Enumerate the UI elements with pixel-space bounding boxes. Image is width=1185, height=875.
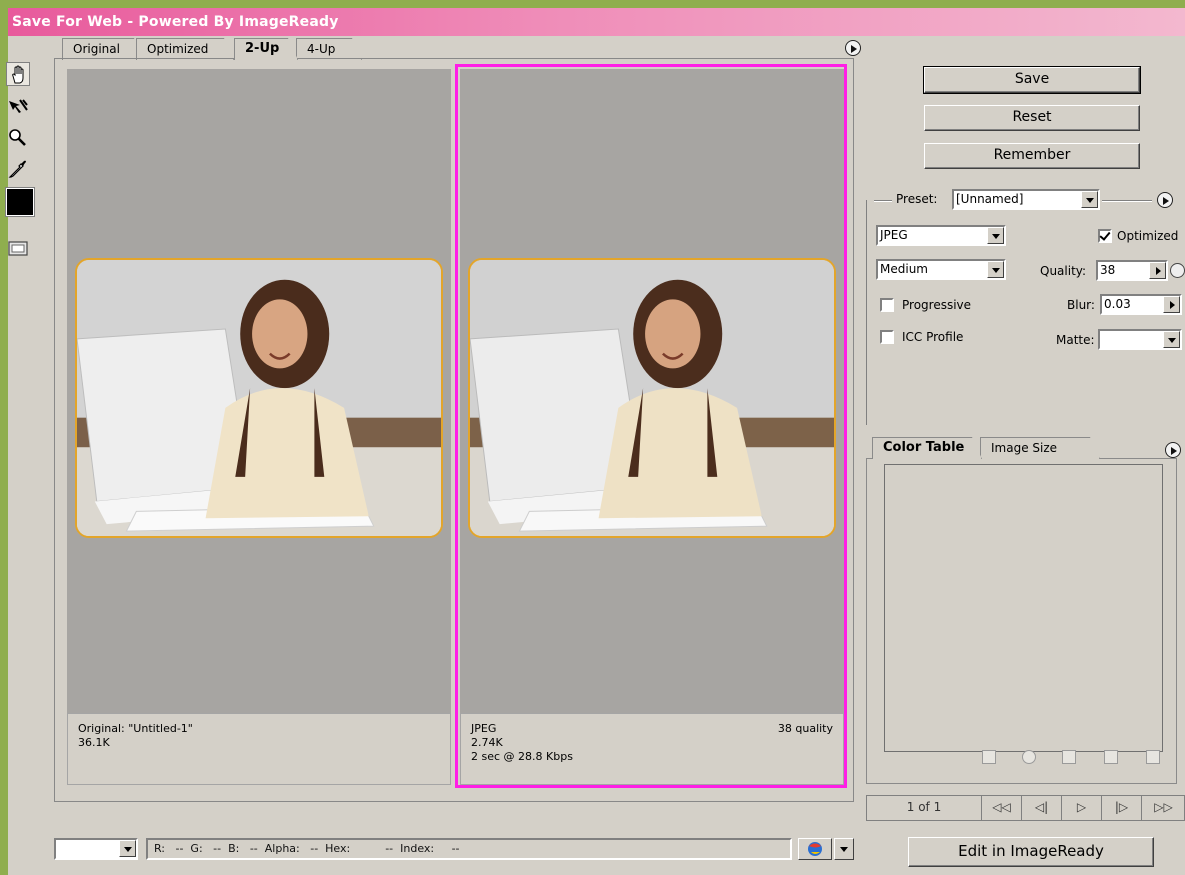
settings-group-line-left: [874, 200, 892, 201]
zoom-icon: [9, 129, 26, 146]
tab-4-up[interactable]: 4-Up: [296, 38, 362, 60]
eyedropper-color-swatch[interactable]: [5, 187, 35, 217]
animation-pager: 1 of 1 ◁◁ ◁| ▷ |▷ ▷▷: [866, 795, 1185, 821]
quality-value: 38: [1100, 263, 1116, 277]
browser-icon: [808, 842, 822, 856]
web-safe-cube-icon[interactable]: [1022, 750, 1036, 764]
original-info: Original: "Untitled-1" 36.1K: [67, 713, 451, 785]
hand-tool-button[interactable]: [6, 62, 30, 86]
optimized-checkbox[interactable]: [1098, 229, 1112, 243]
progressive-label: Progressive: [902, 298, 972, 312]
frame-counter: 1 of 1: [906, 800, 942, 814]
quality-label: Quality:: [1040, 264, 1087, 278]
preset-value: [Unnamed]: [956, 192, 1024, 206]
browser-dropdown-button[interactable]: [834, 838, 854, 860]
original-image: [75, 258, 443, 538]
preset-select[interactable]: [Unnamed]: [952, 189, 1100, 210]
optimized-download-time: 2 sec @ 28.8 Kbps: [471, 750, 573, 763]
quality-channel-button[interactable]: [1170, 263, 1185, 278]
zoom-select[interactable]: [54, 838, 138, 860]
tab-2-up[interactable]: 2-Up: [234, 38, 298, 60]
save-button[interactable]: Save: [923, 66, 1141, 94]
quality-input[interactable]: 38: [1096, 260, 1168, 281]
settings-group-line-right: [1102, 200, 1152, 201]
original-pane[interactable]: [67, 69, 451, 713]
optimized-pane[interactable]: [460, 69, 844, 713]
eyedropper-icon: [8, 160, 26, 178]
tab-optimized[interactable]: Optimized: [136, 38, 234, 60]
zoom-tool-button[interactable]: [6, 126, 30, 150]
format-select[interactable]: JPEG: [876, 225, 1006, 246]
color-readout: R: -- G: -- B: -- Alpha: -- Hex: -- Inde…: [146, 838, 792, 860]
optimized-label: Optimized: [1117, 229, 1179, 243]
preview-in-browser-button[interactable]: [798, 838, 832, 860]
quality-level-select[interactable]: Medium: [876, 259, 1006, 280]
chevron-down-icon: [1163, 331, 1180, 348]
slice-select-icon: [9, 99, 28, 113]
icc-profile-label: ICC Profile: [902, 330, 964, 344]
color-table-swatches[interactable]: [884, 464, 1163, 752]
format-value: JPEG: [880, 228, 908, 242]
trash-icon[interactable]: [1146, 750, 1160, 764]
first-frame-button[interactable]: ◁◁: [981, 796, 1021, 820]
tab-image-size[interactable]: Image Size: [980, 437, 1100, 459]
optimized-info: JPEG 2.74K 2 sec @ 28.8 Kbps 38 quality: [460, 713, 844, 785]
slice-select-tool-button[interactable]: [6, 96, 30, 120]
last-frame-button[interactable]: ▷▷: [1141, 796, 1185, 820]
settings-menu-button[interactable]: [1157, 192, 1173, 208]
reset-button[interactable]: Reset: [924, 105, 1140, 131]
chevron-down-icon: [987, 261, 1004, 278]
settings-group-border: [866, 200, 867, 425]
blur-input[interactable]: 0.03: [1100, 294, 1182, 315]
chevron-right-icon[interactable]: [1163, 296, 1180, 313]
hand-icon: [12, 65, 24, 84]
eyedropper-tool-button[interactable]: [6, 156, 30, 180]
matte-label: Matte:: [1056, 333, 1095, 347]
color-table-menu-button[interactable]: [1165, 442, 1181, 458]
blur-value: 0.03: [1104, 297, 1131, 311]
lock-icon[interactable]: [1062, 750, 1076, 764]
blur-label: Blur:: [1067, 298, 1095, 312]
web-shift-icon[interactable]: [982, 750, 996, 764]
chevron-right-icon[interactable]: [1149, 262, 1166, 279]
tab-original[interactable]: Original: [62, 38, 144, 60]
toggle-slices-icon: [8, 241, 28, 256]
chevron-down-icon: [119, 840, 136, 857]
preview-menu-button[interactable]: [845, 40, 861, 56]
play-button[interactable]: ▷: [1061, 796, 1101, 820]
previous-frame-button[interactable]: ◁|: [1021, 796, 1061, 820]
progressive-checkbox[interactable]: [880, 298, 894, 312]
title-bar: Save For Web - Powered By ImageReady: [8, 8, 1185, 36]
tab-color-table[interactable]: Color Table: [872, 437, 982, 459]
toggle-slices-visibility-button[interactable]: [6, 236, 30, 260]
original-filesize: 36.1K: [78, 736, 110, 749]
chevron-down-icon: [1081, 191, 1098, 208]
optimized-quality-note: 38 quality: [777, 722, 833, 735]
optimized-filesize: 2.74K: [471, 736, 503, 749]
chevron-down-icon: [987, 227, 1004, 244]
matte-select[interactable]: [1098, 329, 1182, 350]
icc-profile-checkbox[interactable]: [880, 330, 894, 344]
quality-level-value: Medium: [880, 262, 928, 276]
next-frame-button[interactable]: |▷: [1101, 796, 1141, 820]
new-color-icon[interactable]: [1104, 750, 1118, 764]
optimized-image: [468, 258, 836, 538]
original-filename: Original: "Untitled-1": [78, 722, 193, 735]
remember-button[interactable]: Remember: [924, 143, 1140, 169]
preset-label: Preset:: [896, 192, 938, 206]
edit-in-imageready-button[interactable]: Edit in ImageReady: [908, 837, 1154, 867]
